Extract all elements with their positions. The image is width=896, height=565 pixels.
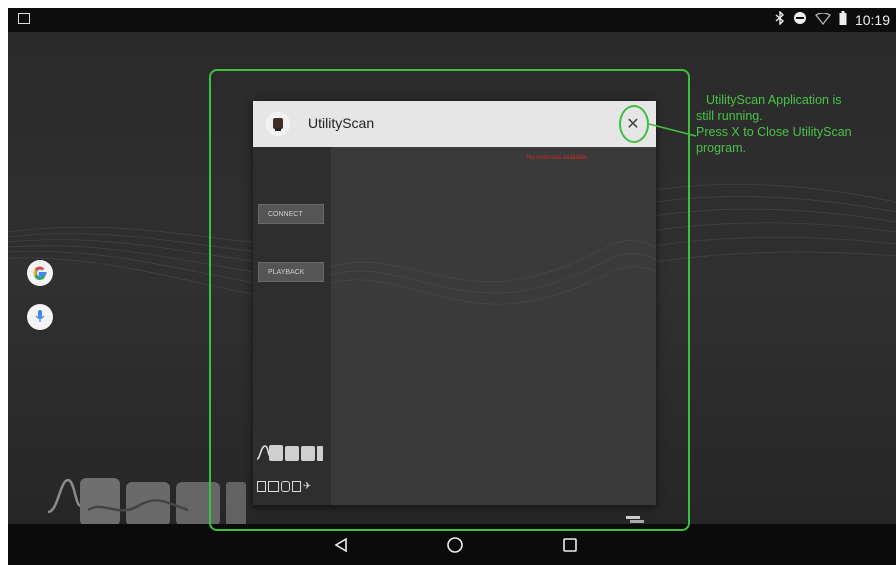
- google-search-icon[interactable]: [27, 260, 53, 286]
- bluetooth-icon: [775, 10, 785, 30]
- wifi-icon: [815, 10, 831, 30]
- status-bar: 10:19: [8, 8, 896, 32]
- back-icon[interactable]: [328, 532, 354, 558]
- home-icon[interactable]: [442, 532, 468, 558]
- annotation-line-3: Press X to Close UtilityScan: [696, 125, 852, 139]
- annotation-highlight-box: [209, 69, 690, 531]
- annotation-text: UtilityScan Application is still running…: [696, 92, 892, 156]
- clock: 10:19: [854, 12, 890, 28]
- annotation-line-2: still running.: [696, 109, 763, 123]
- annotation-line-1: UtilityScan Application is: [706, 93, 842, 107]
- annotation-close-highlight: [619, 105, 649, 143]
- image-notification-icon: [18, 13, 30, 24]
- do-not-disturb-icon: [793, 10, 807, 30]
- voice-search-icon[interactable]: [27, 304, 53, 330]
- annotation-line-4: program.: [696, 141, 747, 155]
- battery-icon: [839, 10, 847, 30]
- recents-icon[interactable]: [557, 532, 583, 558]
- android-screen: 10:19 UtilityScan ✕ CONNECT PLAYBACK ✈ N…: [8, 8, 896, 565]
